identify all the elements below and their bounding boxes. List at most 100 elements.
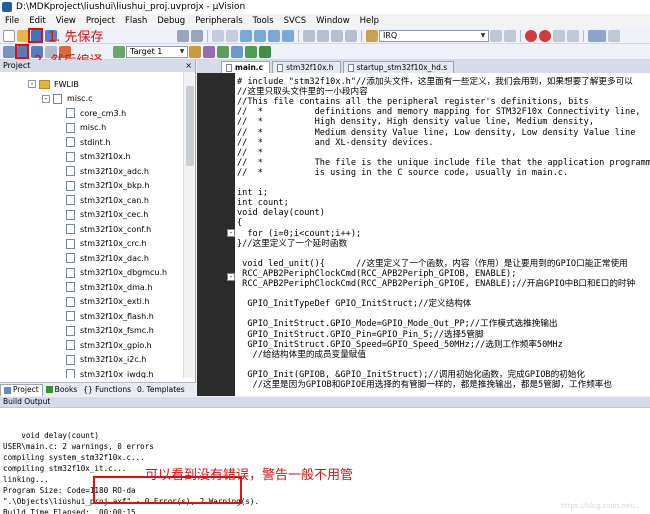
file-icon — [66, 296, 75, 307]
undo-icon[interactable] — [177, 29, 189, 42]
menu-debug[interactable]: Debug — [152, 16, 190, 26]
debug-session-icon[interactable] — [525, 29, 537, 42]
menu-window[interactable]: Window — [311, 16, 355, 26]
tree-item-label: stm32f10x_gpio.h — [80, 340, 152, 350]
file-icon — [66, 311, 75, 321]
fold-icon[interactable]: - — [227, 229, 235, 237]
find-in-files-icon[interactable] — [366, 29, 378, 42]
file-icon — [66, 282, 75, 292]
tree-file[interactable]: stm32f10x_bkp.h — [66, 179, 149, 193]
file-icon — [66, 325, 75, 336]
close-icon[interactable]: × — [185, 60, 195, 72]
nav-forward-icon[interactable] — [226, 29, 238, 42]
project-panel-header: Project × — [0, 60, 195, 72]
bookmark-clear-icon[interactable] — [282, 29, 294, 42]
menu-file[interactable]: File — [0, 16, 24, 26]
tree-file[interactable]: stm32f10x_flash.h — [66, 309, 154, 323]
tab-main-c[interactable]: main.c — [221, 61, 271, 73]
indent-icon[interactable] — [303, 29, 315, 42]
window-layout-icon[interactable] — [588, 29, 606, 42]
menu-svcs[interactable]: SVCS — [279, 16, 312, 26]
target-options-icon[interactable] — [189, 45, 201, 58]
project-scrollbar[interactable] — [183, 72, 195, 378]
file-icon — [53, 93, 62, 104]
tree-file[interactable]: stm32f10x_crc.h — [66, 237, 147, 251]
uncomment-icon[interactable] — [345, 29, 357, 42]
menu-peripherals[interactable]: Peripherals — [190, 16, 247, 26]
project-tab-icon — [4, 386, 11, 394]
tree-file[interactable]: stm32f10x_conf.h — [66, 222, 151, 236]
scrollbar-thumb[interactable] — [186, 86, 194, 166]
pack-installer-icon[interactable] — [259, 45, 271, 58]
tree-file[interactable]: stm32f10x_adc.h — [66, 164, 149, 178]
incremental-find-icon[interactable] — [504, 29, 516, 42]
new-file-icon[interactable] — [3, 29, 15, 42]
tab-templates[interactable]: 0. Templates — [134, 384, 188, 396]
fold-icon[interactable]: - — [227, 273, 235, 281]
tree-file[interactable]: stm32f10x_dac.h — [66, 251, 149, 265]
tree-file[interactable]: stm32f10x.h — [66, 150, 131, 164]
nav-back-icon[interactable] — [212, 29, 224, 42]
tab-project[interactable]: Project — [0, 383, 43, 396]
download-icon[interactable] — [113, 45, 125, 58]
bookmark-next-icon[interactable] — [268, 29, 280, 42]
tree-item-label: misc.h — [80, 123, 107, 132]
menu-help[interactable]: Help — [355, 16, 384, 26]
title-bar: D:\MDKproject\liushui\liushui_proj.uvpro… — [0, 0, 650, 14]
menu-edit[interactable]: Edit — [24, 16, 50, 26]
chevron-down-icon[interactable]: ▼ — [479, 32, 487, 40]
code-area[interactable]: # include "stm32f10x.h"//添加头文件，这里面有一些定义，… — [237, 77, 650, 396]
code-editor[interactable]: - - # include "stm32f10x.h"//添加头文件，这里面有一… — [197, 73, 650, 396]
manage-components-icon[interactable] — [203, 45, 215, 58]
disable-breakpoint-icon[interactable] — [553, 29, 565, 42]
tree-file[interactable]: stdint.h — [66, 135, 110, 149]
editor-tabs: main.c stm32f10x.h startup_stm32f10x_hd.… — [197, 60, 650, 73]
tree-file[interactable]: core_cm3.h — [66, 106, 126, 120]
tree-file[interactable]: stm32f10x_exti.h — [66, 295, 150, 309]
tree-file[interactable]: stm32f10x_gpio.h — [66, 338, 152, 352]
tree-file[interactable]: stm32f10x_dma.h — [66, 280, 152, 294]
tree-file[interactable]: - misc.c — [42, 92, 93, 106]
bookmark-prev-icon[interactable] — [254, 29, 266, 42]
tab-books[interactable]: Books — [43, 384, 81, 396]
tree-item-label: misc.c — [67, 94, 93, 103]
chevron-down-icon[interactable]: ▼ — [178, 48, 186, 56]
menu-view[interactable]: View — [51, 16, 81, 26]
code-line: //给结构体里的成员变量赋值 — [237, 349, 366, 360]
menu-tools[interactable]: Tools — [248, 16, 279, 26]
tree-file[interactable]: stm32f10x_fsmc.h — [66, 324, 154, 338]
file-icon — [66, 267, 75, 278]
tab-stm32f10x-h[interactable]: stm32f10x.h — [272, 61, 341, 73]
tree-folder[interactable]: - FWLIB — [28, 77, 79, 91]
tree-file[interactable]: misc.h — [66, 121, 106, 135]
manage-project-items-icon[interactable] — [217, 45, 229, 58]
tree-file[interactable]: stm32f10x_dbgmcu.h — [66, 266, 167, 280]
find-icon[interactable] — [490, 29, 502, 42]
tab-startup-s[interactable]: startup_stm32f10x_hd.s — [342, 61, 455, 73]
toolbar-separator — [361, 29, 362, 42]
tree-item-label: stm32f10x_fsmc.h — [80, 326, 154, 335]
redo-icon[interactable] — [191, 29, 203, 42]
tree-item-label: stm32f10x_i2c.h — [80, 355, 147, 364]
tab-functions[interactable]: {} Functions — [80, 384, 134, 396]
toolbar-separator — [207, 29, 208, 42]
collapse-icon[interactable]: - — [42, 94, 50, 103]
comment-icon[interactable] — [331, 29, 343, 42]
tree-file[interactable]: stm32f10x_cec.h — [66, 208, 148, 222]
tree-file[interactable]: stm32f10x_iwdg.h — [66, 367, 154, 378]
menu-project[interactable]: Project — [81, 16, 120, 26]
run-time-environment-icon[interactable] — [245, 45, 257, 58]
kill-breakpoints-icon[interactable] — [567, 29, 579, 42]
unindent-icon[interactable] — [317, 29, 329, 42]
tree-file[interactable]: stm32f10x_i2c.h — [66, 353, 146, 367]
configure-icon[interactable] — [608, 29, 620, 42]
collapse-icon[interactable]: - — [28, 80, 36, 88]
target-select[interactable]: Target 1 ▼ — [126, 45, 188, 58]
search-combo[interactable]: IRQ ▼ — [379, 29, 489, 42]
menu-flash[interactable]: Flash — [120, 16, 152, 26]
bookmark-icon[interactable] — [240, 29, 252, 42]
select-packs-icon[interactable] — [231, 45, 243, 58]
insert-breakpoint-icon[interactable] — [539, 29, 551, 42]
tree-file[interactable]: stm32f10x_can.h — [66, 193, 149, 207]
translate-icon[interactable] — [3, 45, 15, 58]
